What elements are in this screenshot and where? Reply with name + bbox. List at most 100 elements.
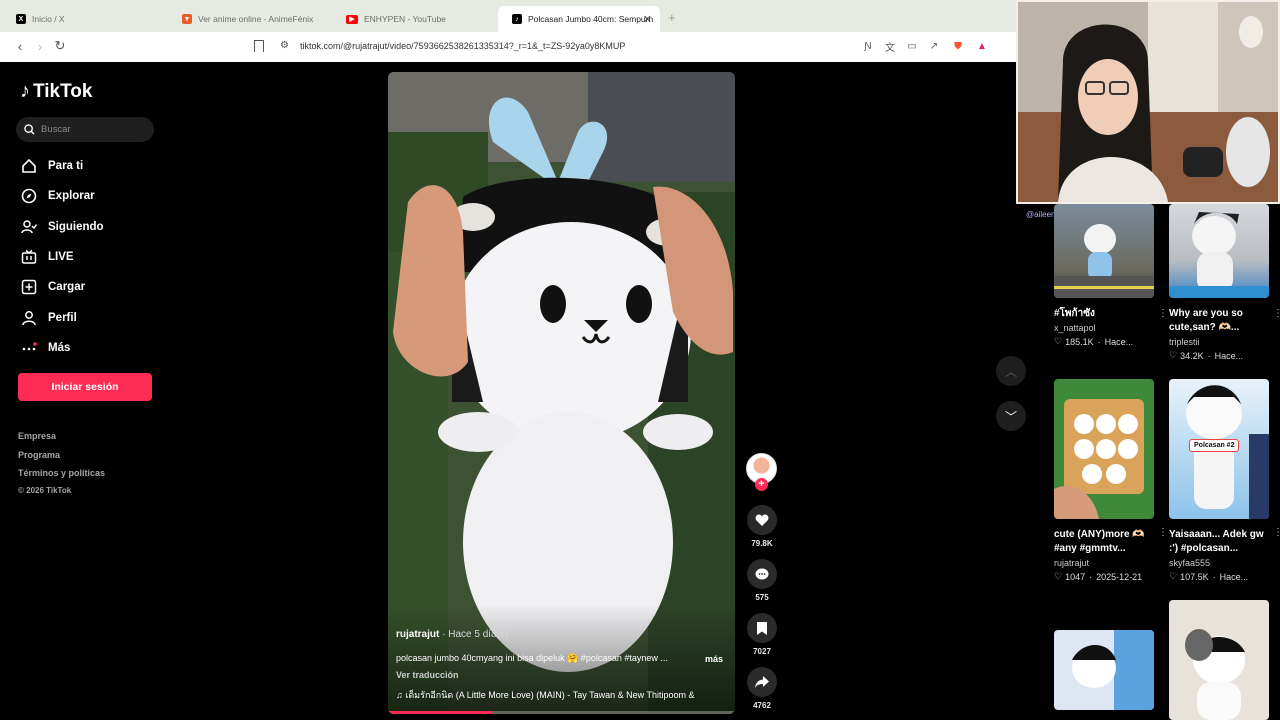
recommendation-card[interactable]: #โพก้าซัง x_nattapol ♡ 185.1K · Hace... ⋮ [1054,204,1168,347]
tab-youtube[interactable]: ▶ ENHYPEN - YouTube [332,8,500,30]
share-icon[interactable]: ↗ [928,40,940,52]
search-bar[interactable] [16,117,154,142]
save-count: 7027 [753,647,771,656]
login-button[interactable]: Iniciar sesión [18,373,152,401]
progress-fill [388,711,493,714]
share-icon[interactable] [747,667,777,697]
more-button[interactable]: más [705,654,723,664]
save-action[interactable]: 7027 [746,613,778,656]
card-author[interactable]: triplestii [1169,337,1269,347]
card-title[interactable]: Yaisaaan... Adek gw :') #polcasan... [1169,528,1265,556]
card-title[interactable]: cute (ANY)more 🫶🏻 #any #gmmtv... [1054,528,1150,556]
comment-icon[interactable] [747,559,777,589]
card-meta: ♡ 107.5K · Hace... [1169,571,1269,582]
tab-animefenix[interactable]: ▼ Ver anime online - AnimeFénix [168,8,336,30]
nav-siguiendo[interactable]: Siguiendo [20,217,104,237]
recommendation-card[interactable]: cute (ANY)more 🫶🏻 #any #gmmtv... rujatra… [1054,379,1168,582]
video-thumbnail[interactable] [1054,204,1154,298]
tab-label: Inicio / X [32,14,65,24]
nav-label: Más [48,342,71,354]
recommendation-card[interactable]: Why are you so cute,san? 🫶🏻... triplesti… [1169,204,1280,361]
tab-tiktok[interactable]: ♪ Polcasan Jumbo 40cm: Sempurn ✕ [498,6,660,32]
card-meta: ♡ 185.1K · Hace... [1054,336,1154,347]
cast-icon[interactable]: ▭ [906,40,918,52]
upload-icon [20,278,38,296]
tab-label: Polcasan Jumbo 40cm: Sempurn [528,14,654,24]
video-thumbnail[interactable]: Polcasan #2 [1169,379,1269,519]
progress-bar[interactable] [388,711,735,714]
music-title[interactable]: ♫ เด็มรักอีกนิด (A Little More Love) (MA… [396,688,726,702]
search-icon [24,124,35,135]
recommendation-card[interactable] [1054,630,1154,710]
card-author[interactable]: x_nattapol [1054,323,1154,333]
no-translate-icon[interactable]: Ɲ [862,40,874,52]
author-name[interactable]: rujatrajut [396,629,439,640]
brave-shield-icon[interactable]: ⛊ [952,40,964,52]
card-author[interactable]: rujatrajut [1054,558,1154,568]
logo-text: TikTok [33,80,93,102]
video-author[interactable]: rujatrajut · Hace 5 día(s) [396,629,508,640]
video-description: polcasan jumbo 40cmyang ini bisa dipeluk… [396,653,668,663]
nav-live[interactable]: LIVE [20,247,74,267]
separator: · [1097,336,1101,347]
video-thumbnail[interactable] [1169,600,1269,720]
more-vertical-icon[interactable]: ⋮ [1158,527,1168,538]
video-thumbnail[interactable] [1054,379,1154,519]
share-action[interactable]: 4762 [746,667,778,710]
nav-explorar[interactable]: Explorar [20,186,95,206]
reload-icon[interactable]: ↻ [52,38,68,54]
site-info-icon[interactable]: ⚙ [280,40,289,51]
overlay-tag: @aileen [1026,210,1056,219]
nav-cargar[interactable]: Cargar [20,277,85,297]
next-video-button[interactable]: ﹀ [996,401,1026,431]
tab-x[interactable]: X Inicio / X [2,8,170,30]
webcam-image [1018,2,1278,202]
card-title[interactable]: #โพก้าซัง [1054,307,1150,321]
nav-label: Perfil [48,312,77,324]
recommendation-card[interactable] [1169,600,1269,720]
brave-rewards-icon[interactable]: ▲ [976,40,988,52]
footer-link-empresa[interactable]: Empresa [18,431,56,441]
heart-icon[interactable] [747,505,777,535]
close-icon[interactable]: ✕ [643,13,652,26]
nav-mas[interactable]: Más [20,338,70,358]
share-count: 4762 [753,701,771,710]
translate-icon[interactable]: 文 [884,40,896,54]
translate-link[interactable]: Ver traducción [396,670,459,680]
chevron-up-icon: ︿ [1004,364,1017,379]
video-thumbnail[interactable] [1169,204,1269,298]
forward-icon[interactable]: › [32,38,48,54]
nav-label: Cargar [48,281,86,293]
more-vertical-icon[interactable]: ⋮ [1273,308,1280,319]
more-vertical-icon[interactable]: ⋮ [1158,308,1168,319]
new-tab-icon[interactable]: + [668,10,676,25]
home-icon [20,157,38,175]
copyright-text: © 2026 TikTok [18,486,72,495]
footer-link-terminos[interactable]: Términos y políticas [18,468,105,478]
like-action[interactable]: 79.8K [746,505,778,548]
card-author[interactable]: skyfaa555 [1169,558,1269,568]
video-thumbnail[interactable] [1054,630,1154,710]
card-date: Hace... [1219,571,1249,582]
video-player[interactable]: rujatrajut · Hace 5 día(s) polcasan jumb… [388,72,735,714]
separator: · [1207,350,1211,361]
more-vertical-icon[interactable]: ⋮ [1273,527,1280,538]
tiktok-logo[interactable]: ♪ TikTok [20,80,92,103]
card-title[interactable]: Why are you so cute,san? 🫶🏻... [1169,307,1265,335]
heart-icon: ♡ [1054,336,1063,346]
animefenix-icon: ▼ [182,14,192,24]
search-input[interactable] [41,124,141,135]
footer-link-programa[interactable]: Programa [18,450,60,460]
comment-action[interactable]: 575 [746,559,778,602]
back-icon[interactable]: ‹ [12,38,28,54]
follow-plus-icon[interactable]: + [755,478,768,491]
nav-para-ti[interactable]: Para ti [20,156,83,176]
previous-video-button[interactable]: ︿ [996,356,1026,386]
bookmark-icon[interactable] [747,613,777,643]
more-icon [20,339,38,357]
address-bar[interactable]: tiktok.com/@rujatrajut/video/75936625382… [300,41,625,51]
bookmark-icon[interactable] [254,40,264,52]
recommendation-card[interactable]: Polcasan #2 Yaisaaan... Adek gw :') #pol… [1169,379,1280,582]
card-date: Hace... [1214,350,1244,361]
nav-perfil[interactable]: Perfil [20,308,77,328]
